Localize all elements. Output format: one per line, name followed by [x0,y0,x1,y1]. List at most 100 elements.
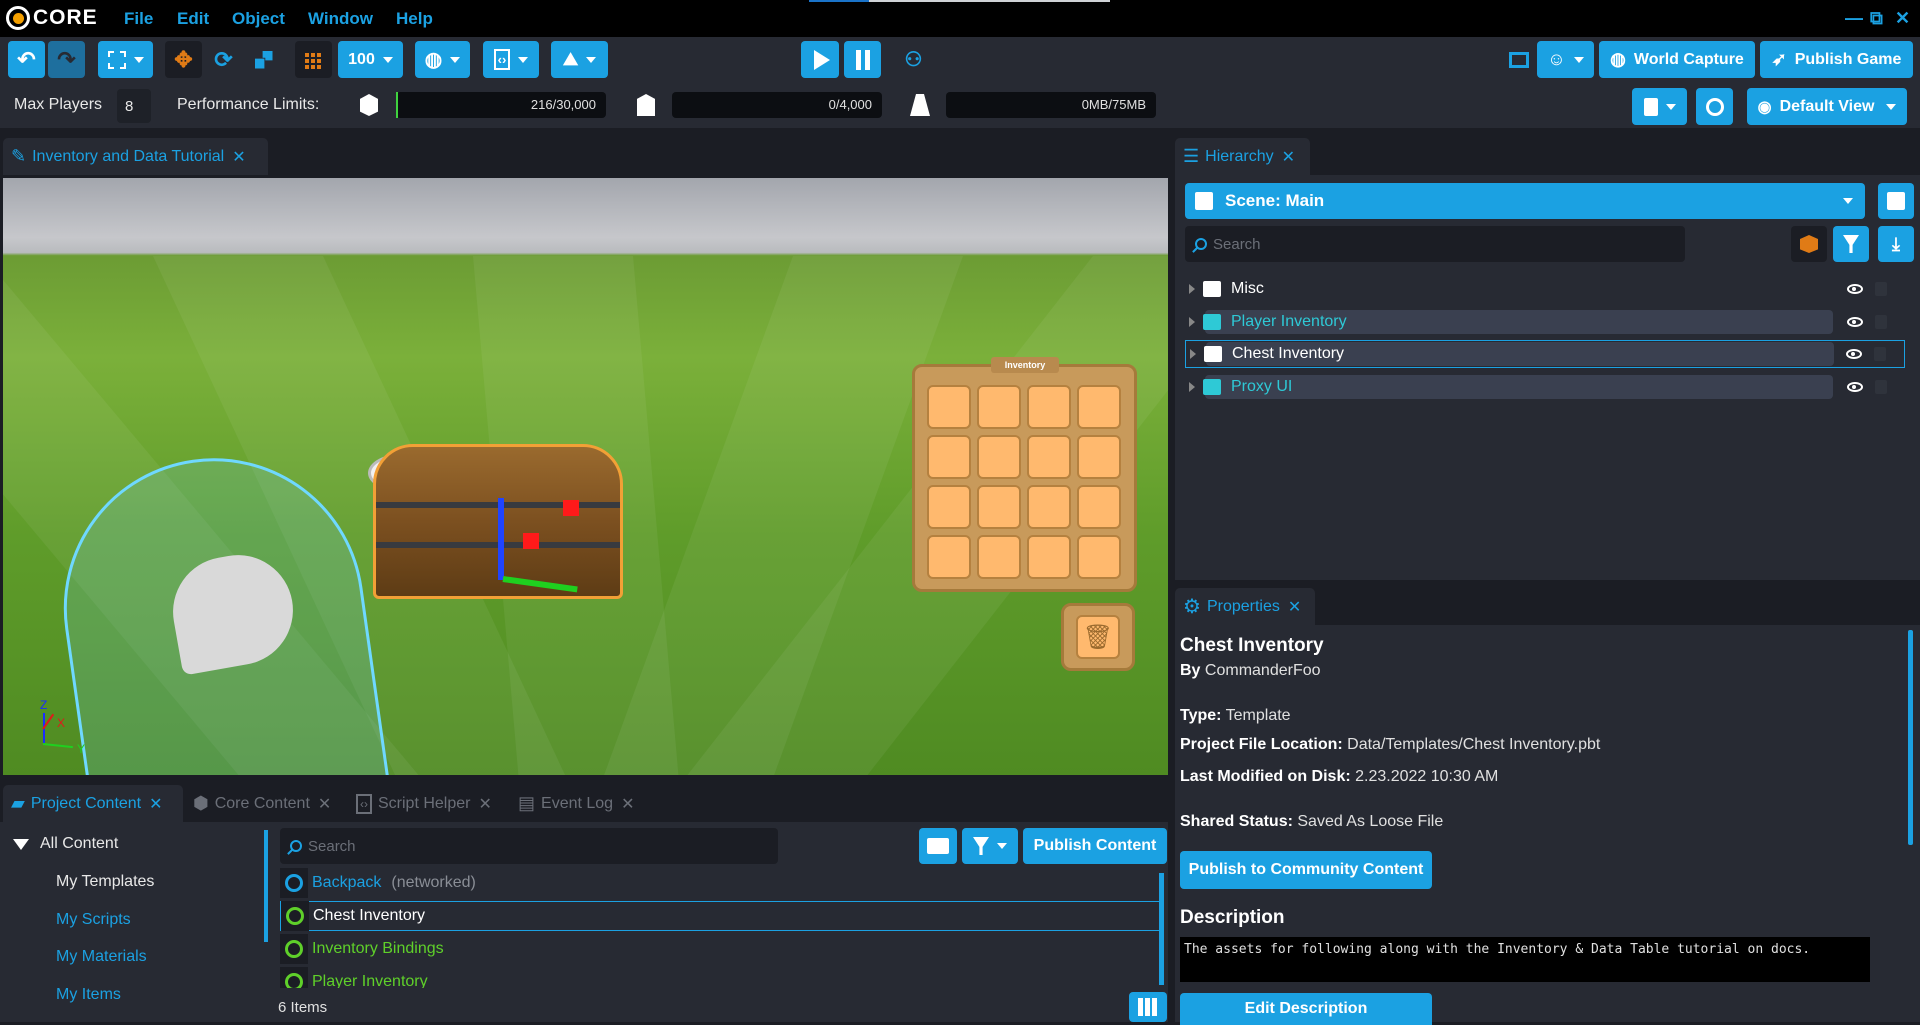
inventory-slot[interactable] [977,435,1021,479]
inventory-slot[interactable] [977,485,1021,529]
publish-game-button[interactable]: ➶ Publish Game [1760,41,1913,78]
grid-snap-toggle[interactable] [295,41,332,78]
hierarchy-item[interactable]: Player Inventory [1185,308,1905,336]
content-search-input[interactable]: Search [280,828,778,864]
close-tab-icon[interactable]: ✕ [621,794,634,814]
menu-help[interactable]: Help [396,9,433,29]
tree-expand-icon[interactable] [13,839,29,850]
visibility-eye-icon[interactable] [1846,349,1862,359]
visibility-eye-icon[interactable] [1847,284,1863,294]
world-space-dropdown[interactable]: ◍ [415,41,470,78]
tab-properties[interactable]: ⚙ Properties ✕ [1175,588,1315,625]
gizmo-x-handle[interactable] [523,533,539,549]
expand-arrow-icon[interactable] [1189,381,1195,392]
gizmo-z-axis[interactable] [498,498,504,580]
inventory-slot[interactable] [977,535,1021,579]
content-item[interactable]: Inventory Bindings [280,934,1160,964]
tree-item[interactable]: My Items [56,986,121,1004]
bot-dropdown[interactable]: ☺ [1537,41,1594,78]
undo-button[interactable]: ↶ [8,41,45,78]
terrain-dropdown[interactable]: ⛰ [551,41,608,78]
hierarchy-item[interactable]: Misc [1185,275,1905,303]
save-dropdown[interactable] [1632,88,1687,125]
edit-description-button[interactable]: Edit Description [1180,993,1432,1025]
scale-tool-button[interactable] [245,41,282,78]
tab-hierarchy[interactable]: ☰ Hierarchy ✕ [1175,138,1310,175]
inventory-slot[interactable] [1027,535,1071,579]
world-capture-button[interactable]: ◍ World Capture [1599,41,1755,78]
max-players-input[interactable]: 8 [117,89,151,123]
menu-file[interactable]: File [124,9,153,29]
script-dropdown[interactable]: ‹› [483,41,539,78]
tab-script-helper[interactable]: ‹› Script Helper ✕ [348,785,508,822]
tab-core-content[interactable]: ⬢ Core Content ✕ [185,785,345,822]
inventory-slot[interactable] [1077,485,1121,529]
inventory-slot[interactable] [927,385,971,429]
selection-mode-dropdown[interactable] [98,41,153,78]
inventory-slot[interactable] [1027,435,1071,479]
content-list-scrollbar[interactable] [1159,873,1164,985]
3d-viewport[interactable]: Inventory 🗑 Z X Y [3,178,1168,775]
content-item[interactable]: Player Inventory [280,967,1160,988]
snap-size-dropdown[interactable]: 100 [338,41,403,78]
content-item[interactable]: Chest Inventory [280,901,1160,931]
lock-icon[interactable] [1874,347,1886,361]
minimize-button[interactable]: — [1845,8,1863,29]
hierarchy-search-input[interactable]: Search [1185,226,1685,262]
menu-edit[interactable]: Edit [177,9,209,29]
default-view-dropdown[interactable]: ◉ Default View [1747,88,1907,125]
expand-arrow-icon[interactable] [1189,316,1195,327]
visibility-eye-icon[interactable] [1847,381,1863,392]
pause-button[interactable] [844,41,881,78]
lock-icon[interactable] [1875,314,1887,329]
close-window-button[interactable]: ✕ [1895,8,1910,29]
inventory-slot[interactable] [977,385,1021,429]
add-group-button[interactable] [1791,226,1827,262]
content-filter-dropdown[interactable] [962,828,1018,864]
inventory-slot[interactable] [1077,385,1121,429]
tab-event-log[interactable]: ▤ Event Log ✕ [510,785,655,822]
close-tab-icon[interactable]: ✕ [149,794,162,814]
publish-community-content-button[interactable]: Publish to Community Content [1180,851,1432,889]
visibility-eye-icon[interactable] [1847,316,1863,327]
inventory-slot[interactable] [927,535,971,579]
tab-viewport[interactable]: ✎ Inventory and Data Tutorial ✕ [3,138,268,175]
scene-dropdown[interactable]: Scene: Main [1185,183,1865,219]
scene-settings-button[interactable] [1878,183,1914,219]
grid-view-toggle[interactable] [1129,992,1167,1022]
close-tab-icon[interactable]: ✕ [232,147,245,167]
play-button[interactable] [801,41,839,78]
collapse-all-button[interactable]: ⤓ [1878,226,1914,262]
tab-project-content[interactable]: ▰ Project Content ✕ [3,785,183,822]
lock-icon[interactable] [1875,282,1887,296]
gizmo-xz-plane-handle[interactable] [563,500,579,516]
lock-icon[interactable] [1875,379,1887,394]
rotate-tool-button[interactable]: ⟳ [205,41,242,78]
redo-button[interactable]: ↷ [48,41,85,78]
restore-button[interactable]: ⧉ [1870,8,1883,29]
open-folder-button[interactable] [919,828,957,864]
viewport-cursor-button[interactable] [1500,41,1537,78]
performance-button[interactable] [1696,88,1733,125]
expand-arrow-icon[interactable] [1189,284,1195,294]
hierarchy-filter-button[interactable] [1833,226,1869,262]
hierarchy-item[interactable]: Chest Inventory [1185,340,1905,368]
content-item[interactable]: Backpack (networked) [280,868,1160,898]
menu-object[interactable]: Object [232,9,285,29]
inventory-slot[interactable] [1077,535,1121,579]
close-tab-icon[interactable]: ✕ [1288,597,1301,617]
tree-all-content[interactable]: All Content [40,835,118,853]
close-tab-icon[interactable]: ✕ [1282,147,1295,167]
expand-arrow-icon[interactable] [1190,349,1196,359]
menu-window[interactable]: Window [308,9,373,29]
publish-content-button[interactable]: Publish Content [1023,828,1167,864]
inventory-slot[interactable] [927,485,971,529]
inventory-slot[interactable] [1027,385,1071,429]
inventory-slot[interactable] [1027,485,1071,529]
hierarchy-item[interactable]: Proxy UI [1185,373,1905,401]
close-tab-icon[interactable]: ✕ [478,794,491,814]
inventory-slot[interactable] [1077,435,1121,479]
move-tool-button[interactable]: ✥ [165,41,202,78]
close-tab-icon[interactable]: ✕ [318,794,331,814]
inventory-slot[interactable] [927,435,971,479]
